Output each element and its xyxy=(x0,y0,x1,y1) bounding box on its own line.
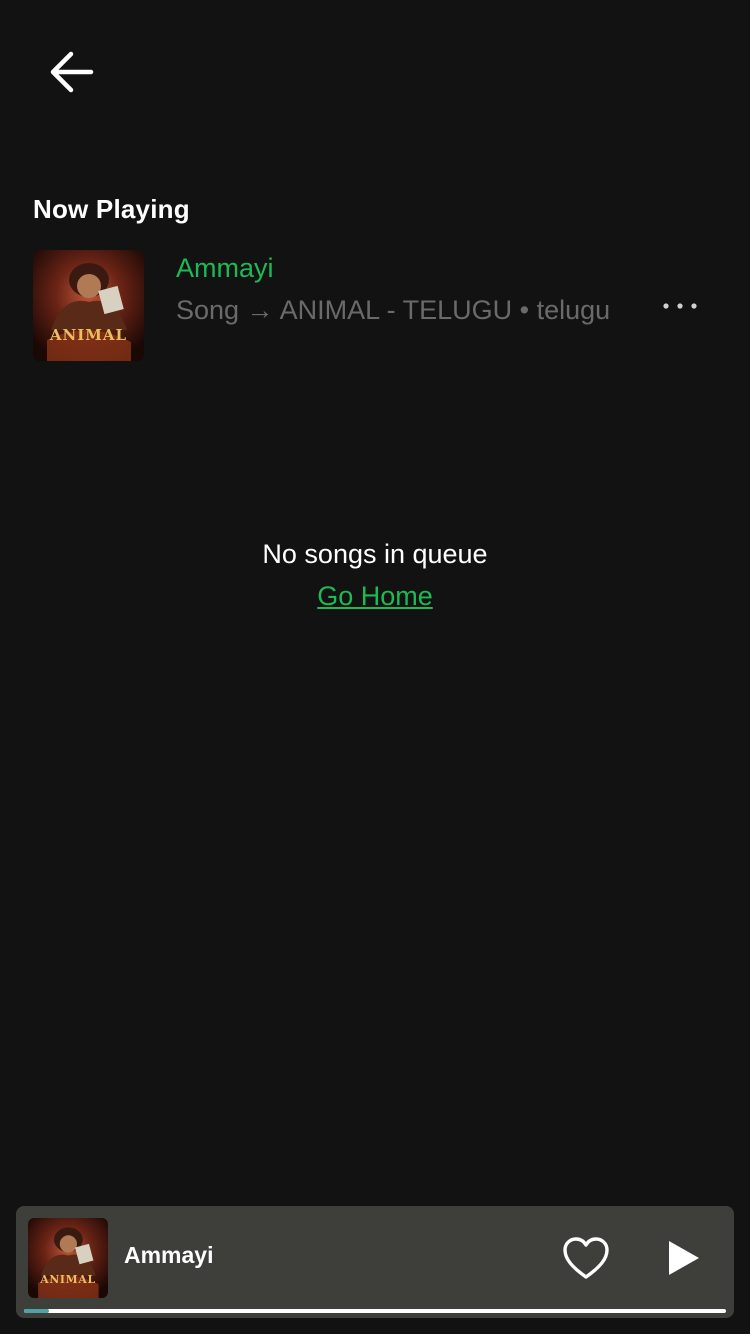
like-button[interactable] xyxy=(560,1234,612,1282)
go-home-container: Go Home xyxy=(0,581,750,612)
back-button[interactable] xyxy=(42,44,102,100)
album-cover: ANIMAL xyxy=(33,250,144,361)
heart-outline-icon xyxy=(563,1237,609,1279)
more-options-button[interactable] xyxy=(655,290,705,322)
play-icon xyxy=(669,1241,699,1275)
track-title[interactable]: Ammayi xyxy=(176,253,274,284)
now-playing-track-row[interactable]: ANIMAL Ammayi Song → ANIMAL - TELUGU • t… xyxy=(33,250,717,362)
queue-page: Now Playing ANIMAL Ammayi Song → ANIMAL … xyxy=(0,0,750,1334)
playback-progress-fill xyxy=(24,1309,49,1313)
go-home-link[interactable]: Go Home xyxy=(317,581,433,611)
more-horizontal-icon xyxy=(663,303,697,309)
track-meta: Song → ANIMAL - TELUGU • telugu xyxy=(176,295,611,325)
mini-player[interactable]: ANIMAL Ammayi xyxy=(16,1206,734,1318)
empty-queue-message: No songs in queue xyxy=(262,539,488,569)
playback-progress-bar[interactable] xyxy=(24,1309,726,1313)
mini-cover-title-text: ANIMAL xyxy=(39,1273,96,1286)
cover-title-text: ANIMAL xyxy=(49,326,127,344)
now-playing-heading: Now Playing xyxy=(33,194,190,224)
mini-player-title[interactable]: Ammayi xyxy=(124,1242,213,1269)
mini-player-cover: ANIMAL xyxy=(28,1218,108,1298)
play-button[interactable] xyxy=(662,1236,706,1280)
arrow-left-icon xyxy=(50,51,94,93)
